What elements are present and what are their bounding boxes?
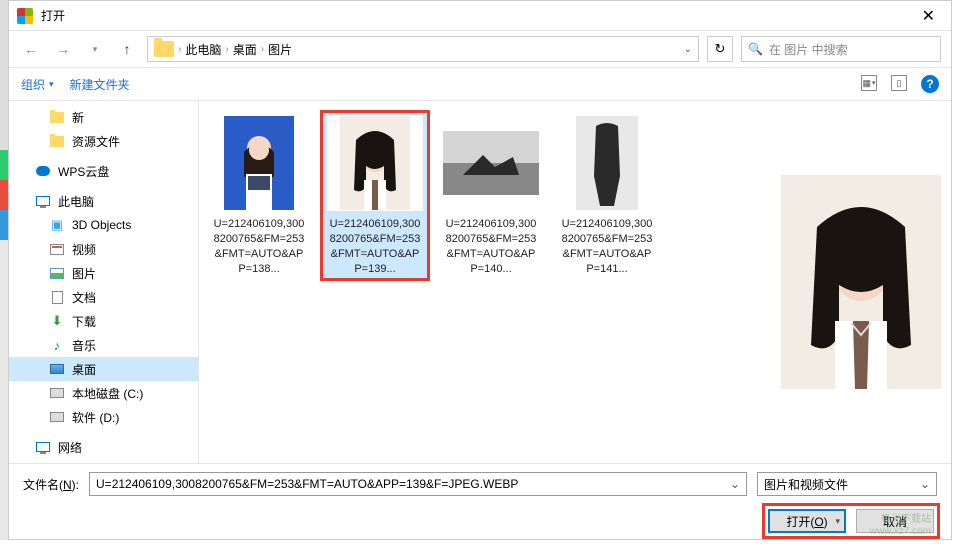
sidebar-item-desktop[interactable]: 桌面	[9, 357, 198, 381]
cloud-icon	[36, 166, 50, 176]
recent-dropdown[interactable]: ▾	[83, 37, 107, 61]
sidebar-item-new[interactable]: 新	[9, 105, 198, 129]
folder-icon	[50, 112, 64, 123]
chevron-right-icon: ›	[225, 44, 228, 55]
close-icon[interactable]: ✕	[914, 4, 943, 28]
search-icon: 🔍	[748, 42, 763, 56]
sidebar-item-downloads[interactable]: ⬇下载	[9, 309, 198, 333]
thumbnail	[443, 115, 539, 211]
file-name: U=212406109,3008200765&FM=253&FMT=AUTO&A…	[209, 217, 309, 276]
open-dialog: 打开 ✕ ← → ▾ ↑ › 此电脑 › 桌面 › 图片 ⌄ ↻ 🔍 在 图片 …	[8, 0, 952, 540]
chevron-right-icon: ›	[261, 44, 264, 55]
new-folder-button[interactable]: 新建文件夹	[70, 76, 130, 93]
music-icon: ♪	[49, 337, 65, 353]
file-type-filter[interactable]: 图片和视频文件 ⌄	[757, 472, 937, 496]
sidebar-item-music[interactable]: ♪音乐	[9, 333, 198, 357]
titlebar: 打开 ✕	[9, 1, 951, 31]
thumbnail	[327, 115, 423, 211]
breadcrumb-desktop[interactable]: 桌面	[233, 41, 257, 58]
sidebar-item-wps[interactable]: WPS云盘	[9, 159, 198, 183]
sidebar-item-disk-d[interactable]: 软件 (D:)	[9, 405, 198, 429]
file-name: U=212406109,3008200765&FM=253&FMT=AUTO&A…	[557, 217, 657, 276]
navbar: ← → ▾ ↑ › 此电脑 › 桌面 › 图片 ⌄ ↻ 🔍 在 图片 中搜索	[9, 31, 951, 67]
footer: 文件名(N): U=212406109,3008200765&FM=253&FM…	[9, 463, 951, 544]
up-button[interactable]: ↑	[115, 37, 139, 61]
sidebar-item-resources[interactable]: 资源文件	[9, 129, 198, 153]
sidebar-item-3d[interactable]: ▣3D Objects	[9, 213, 198, 237]
breadcrumb-pc[interactable]: 此电脑	[185, 41, 221, 58]
breadcrumb[interactable]: › 此电脑 › 桌面 › 图片 ⌄	[147, 36, 699, 62]
thumbnail	[211, 115, 307, 211]
dialog-title: 打开	[41, 7, 914, 24]
pc-icon	[36, 196, 50, 206]
disk-icon	[50, 388, 64, 398]
sidebar-item-network[interactable]: 网络	[9, 435, 198, 459]
filename-input[interactable]: U=212406109,3008200765&FM=253&FMT=AUTO&A…	[89, 472, 747, 496]
preview-pane	[771, 101, 951, 463]
toolbar: 组织▾ 新建文件夹 ▦▾ ▯ ?	[9, 67, 951, 101]
back-button[interactable]: ←	[19, 37, 43, 61]
breadcrumb-pictures[interactable]: 图片	[268, 41, 292, 58]
preview-image	[781, 175, 941, 389]
sidebar-item-disk-c[interactable]: 本地磁盘 (C:)	[9, 381, 198, 405]
cancel-button[interactable]: 取消	[856, 509, 934, 533]
file-item[interactable]: U=212406109,3008200765&FM=253&FMT=AUTO&A…	[553, 111, 661, 280]
network-icon	[36, 442, 50, 452]
video-icon	[50, 244, 64, 255]
sidebar: 新 资源文件 WPS云盘 此电脑 ▣3D Objects 视频 图片 文档 ⬇下…	[9, 101, 199, 463]
filename-label: 文件名(N):	[23, 476, 79, 493]
help-icon[interactable]: ?	[921, 75, 939, 93]
preview-pane-button[interactable]: ▯	[891, 75, 907, 91]
desktop-icon	[50, 364, 64, 374]
file-item[interactable]: U=212406109,3008200765&FM=253&FMT=AUTO&A…	[205, 111, 313, 280]
organize-menu[interactable]: 组织▾	[21, 76, 54, 93]
file-name: U=212406109,3008200765&FM=253&FMT=AUTO&A…	[441, 217, 541, 276]
picture-icon	[50, 268, 64, 279]
forward-button: →	[51, 37, 75, 61]
thumbnail	[559, 115, 655, 211]
folder-icon	[154, 41, 174, 57]
chevron-down-icon[interactable]: ⌄	[730, 477, 740, 491]
document-icon	[52, 291, 63, 304]
disk-icon	[50, 412, 64, 422]
search-placeholder: 在 图片 中搜索	[769, 41, 848, 58]
sidebar-item-pictures[interactable]: 图片	[9, 261, 198, 285]
file-list: U=212406109,3008200765&FM=253&FMT=AUTO&A…	[199, 101, 771, 463]
search-input[interactable]: 🔍 在 图片 中搜索	[741, 36, 941, 62]
file-item[interactable]: U=212406109,3008200765&FM=253&FMT=AUTO&A…	[437, 111, 545, 280]
sidebar-item-video[interactable]: 视频	[9, 237, 198, 261]
chevron-right-icon: ›	[178, 44, 181, 55]
file-name: U=212406109,3008200765&FM=253&FMT=AUTO&A…	[325, 217, 425, 276]
cube-icon: ▣	[49, 217, 65, 233]
view-mode-button[interactable]: ▦▾	[861, 75, 877, 91]
folder-icon	[50, 136, 64, 147]
chevron-down-icon: ⌄	[920, 477, 930, 491]
download-icon: ⬇	[49, 313, 65, 329]
refresh-button[interactable]: ↻	[707, 36, 733, 62]
sidebar-item-pc[interactable]: 此电脑	[9, 189, 198, 213]
open-button[interactable]: 打开(O)▾	[768, 509, 846, 533]
chevron-down-icon[interactable]: ⌄	[684, 44, 692, 55]
picasa-icon	[17, 8, 33, 24]
sidebar-item-documents[interactable]: 文档	[9, 285, 198, 309]
file-item[interactable]: U=212406109,3008200765&FM=253&FMT=AUTO&A…	[321, 111, 429, 280]
